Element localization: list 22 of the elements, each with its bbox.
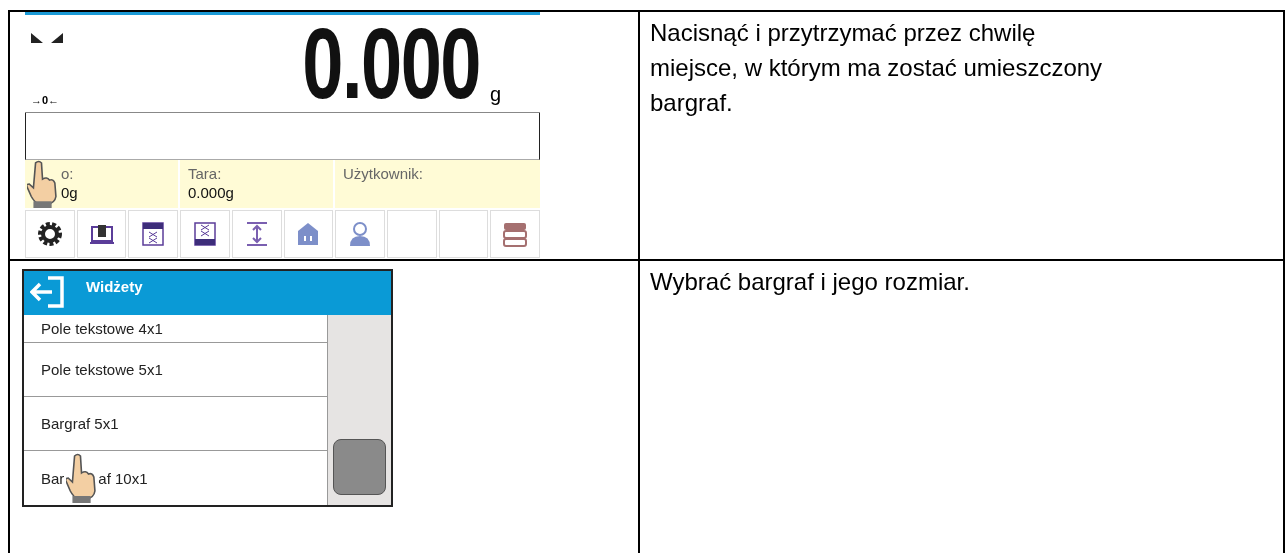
stability-icon bbox=[31, 33, 63, 43]
toolbar-button[interactable] bbox=[76, 210, 127, 258]
pointing-hand-icon bbox=[27, 160, 57, 208]
list-item[interactable]: Pole tekstowe 4x1 bbox=[24, 315, 327, 343]
info-label: Tara: bbox=[188, 164, 223, 183]
instruction-text: Wybrać bargraf i jego rozmiar. bbox=[649, 267, 971, 297]
info-value: 0g bbox=[61, 183, 78, 202]
unit-label: g bbox=[489, 83, 503, 107]
toolbar-button[interactable] bbox=[128, 210, 179, 258]
instruction-text: Nacisnąć i przytrzymać przez chwilę miejsce, w którym ma zostać umieszczony bargraf. bbox=[649, 18, 1104, 118]
weight-reading: 0.000 bbox=[301, 15, 480, 112]
info-label: Użytkownik: bbox=[343, 164, 424, 183]
zero-indicator: →0← bbox=[31, 94, 61, 106]
info-label: o: bbox=[61, 164, 75, 183]
toolbar-button[interactable] bbox=[25, 210, 75, 258]
toolbar-button[interactable] bbox=[180, 210, 230, 258]
list-item[interactable]: Bar af 10x1 bbox=[24, 451, 327, 505]
screen-title: Widżety bbox=[86, 277, 143, 295]
pointing-hand-icon bbox=[66, 453, 97, 503]
info-value: 0.000g bbox=[188, 183, 234, 202]
scrollbar[interactable] bbox=[327, 315, 391, 505]
scroll-thumb[interactable] bbox=[333, 439, 386, 495]
